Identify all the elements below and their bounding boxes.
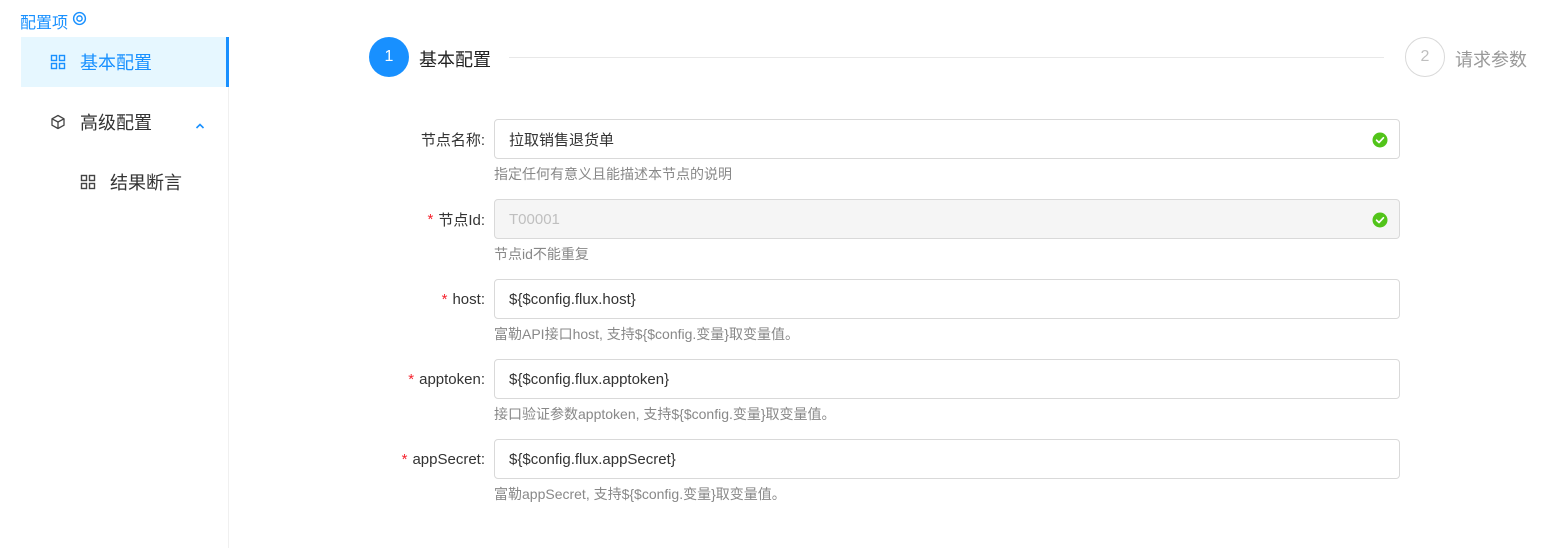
steps-bar: 1 基本配置 2 请求参数 [369, 37, 1529, 77]
help-text: 富勒appSecret, 支持${$config.变量}取变量值。 [494, 486, 786, 502]
required-mark: * [427, 210, 434, 228]
form-label-text: 节点Id: [438, 211, 485, 229]
form-label: 节点名称: [421, 119, 485, 159]
sidebar-item-label: 高级配置 [80, 113, 152, 133]
form-label: * host: [442, 279, 485, 319]
apptoken-input[interactable] [509, 370, 1385, 388]
app-root: 配置项 基本配置 高级配置 结果断言 1 基本配置 2 请求参数 节点名称: 拉… [0, 0, 1560, 548]
sidebar-title: 配置项 [20, 9, 87, 33]
help-text: 指定任何有意义且能描述本节点的说明 [494, 166, 732, 182]
appsecret-field-wrapper [494, 439, 1400, 479]
step-number: 2 [1405, 37, 1445, 77]
form-label: * appSecret: [402, 439, 485, 479]
chevron-up-icon[interactable] [194, 116, 206, 129]
node-name-input[interactable] [509, 130, 1385, 148]
sidebar-item-basic-config[interactable]: 基本配置 [21, 37, 229, 87]
node-id-input [509, 210, 1385, 228]
step-label: 基本配置 [419, 50, 491, 70]
step-connector [509, 57, 1384, 58]
host-field-wrapper [494, 279, 1400, 319]
required-mark: * [408, 370, 415, 388]
help-text: 接口验证参数apptoken, 支持${$config.变量}取变量值。 [494, 406, 836, 422]
sidebar-menu: 基本配置 高级配置 结果断言 [21, 37, 229, 548]
step-number: 1 [369, 37, 409, 77]
host-input[interactable] [509, 290, 1385, 308]
sidebar-item-result-assertion[interactable]: 结果断言 [21, 157, 228, 207]
sidebar-title-text: 配置项 [20, 15, 69, 32]
check-circle-icon [1372, 132, 1388, 148]
sidebar-item-label: 结果断言 [110, 173, 182, 193]
form-label-text: apptoken: [419, 370, 485, 388]
help-text: 富勒API接口host, 支持${$config.变量}取变量值。 [494, 326, 799, 342]
node-id-field-wrapper [494, 199, 1400, 239]
sidebar-item-label: 基本配置 [80, 53, 152, 73]
form-label-text: appSecret: [412, 450, 485, 468]
form-label-text: host: [452, 290, 485, 308]
appstore-icon [80, 174, 96, 190]
form-label: * apptoken: [408, 359, 485, 399]
settings-target-icon[interactable] [72, 11, 87, 31]
apptoken-field-wrapper [494, 359, 1400, 399]
help-text: 节点id不能重复 [494, 246, 589, 262]
required-mark: * [441, 290, 448, 308]
appsecret-input[interactable] [509, 450, 1385, 468]
check-circle-icon [1372, 212, 1388, 228]
appstore-icon [50, 54, 66, 70]
form-label-text: 节点名称: [420, 131, 485, 149]
node-name-field-wrapper [494, 119, 1400, 159]
required-mark: * [401, 450, 408, 468]
form-label: * 节点Id: [427, 199, 485, 239]
cube-icon [50, 114, 66, 130]
step-label: 请求参数 [1455, 50, 1527, 70]
sidebar-item-advanced-config[interactable]: 高级配置 [21, 97, 228, 147]
